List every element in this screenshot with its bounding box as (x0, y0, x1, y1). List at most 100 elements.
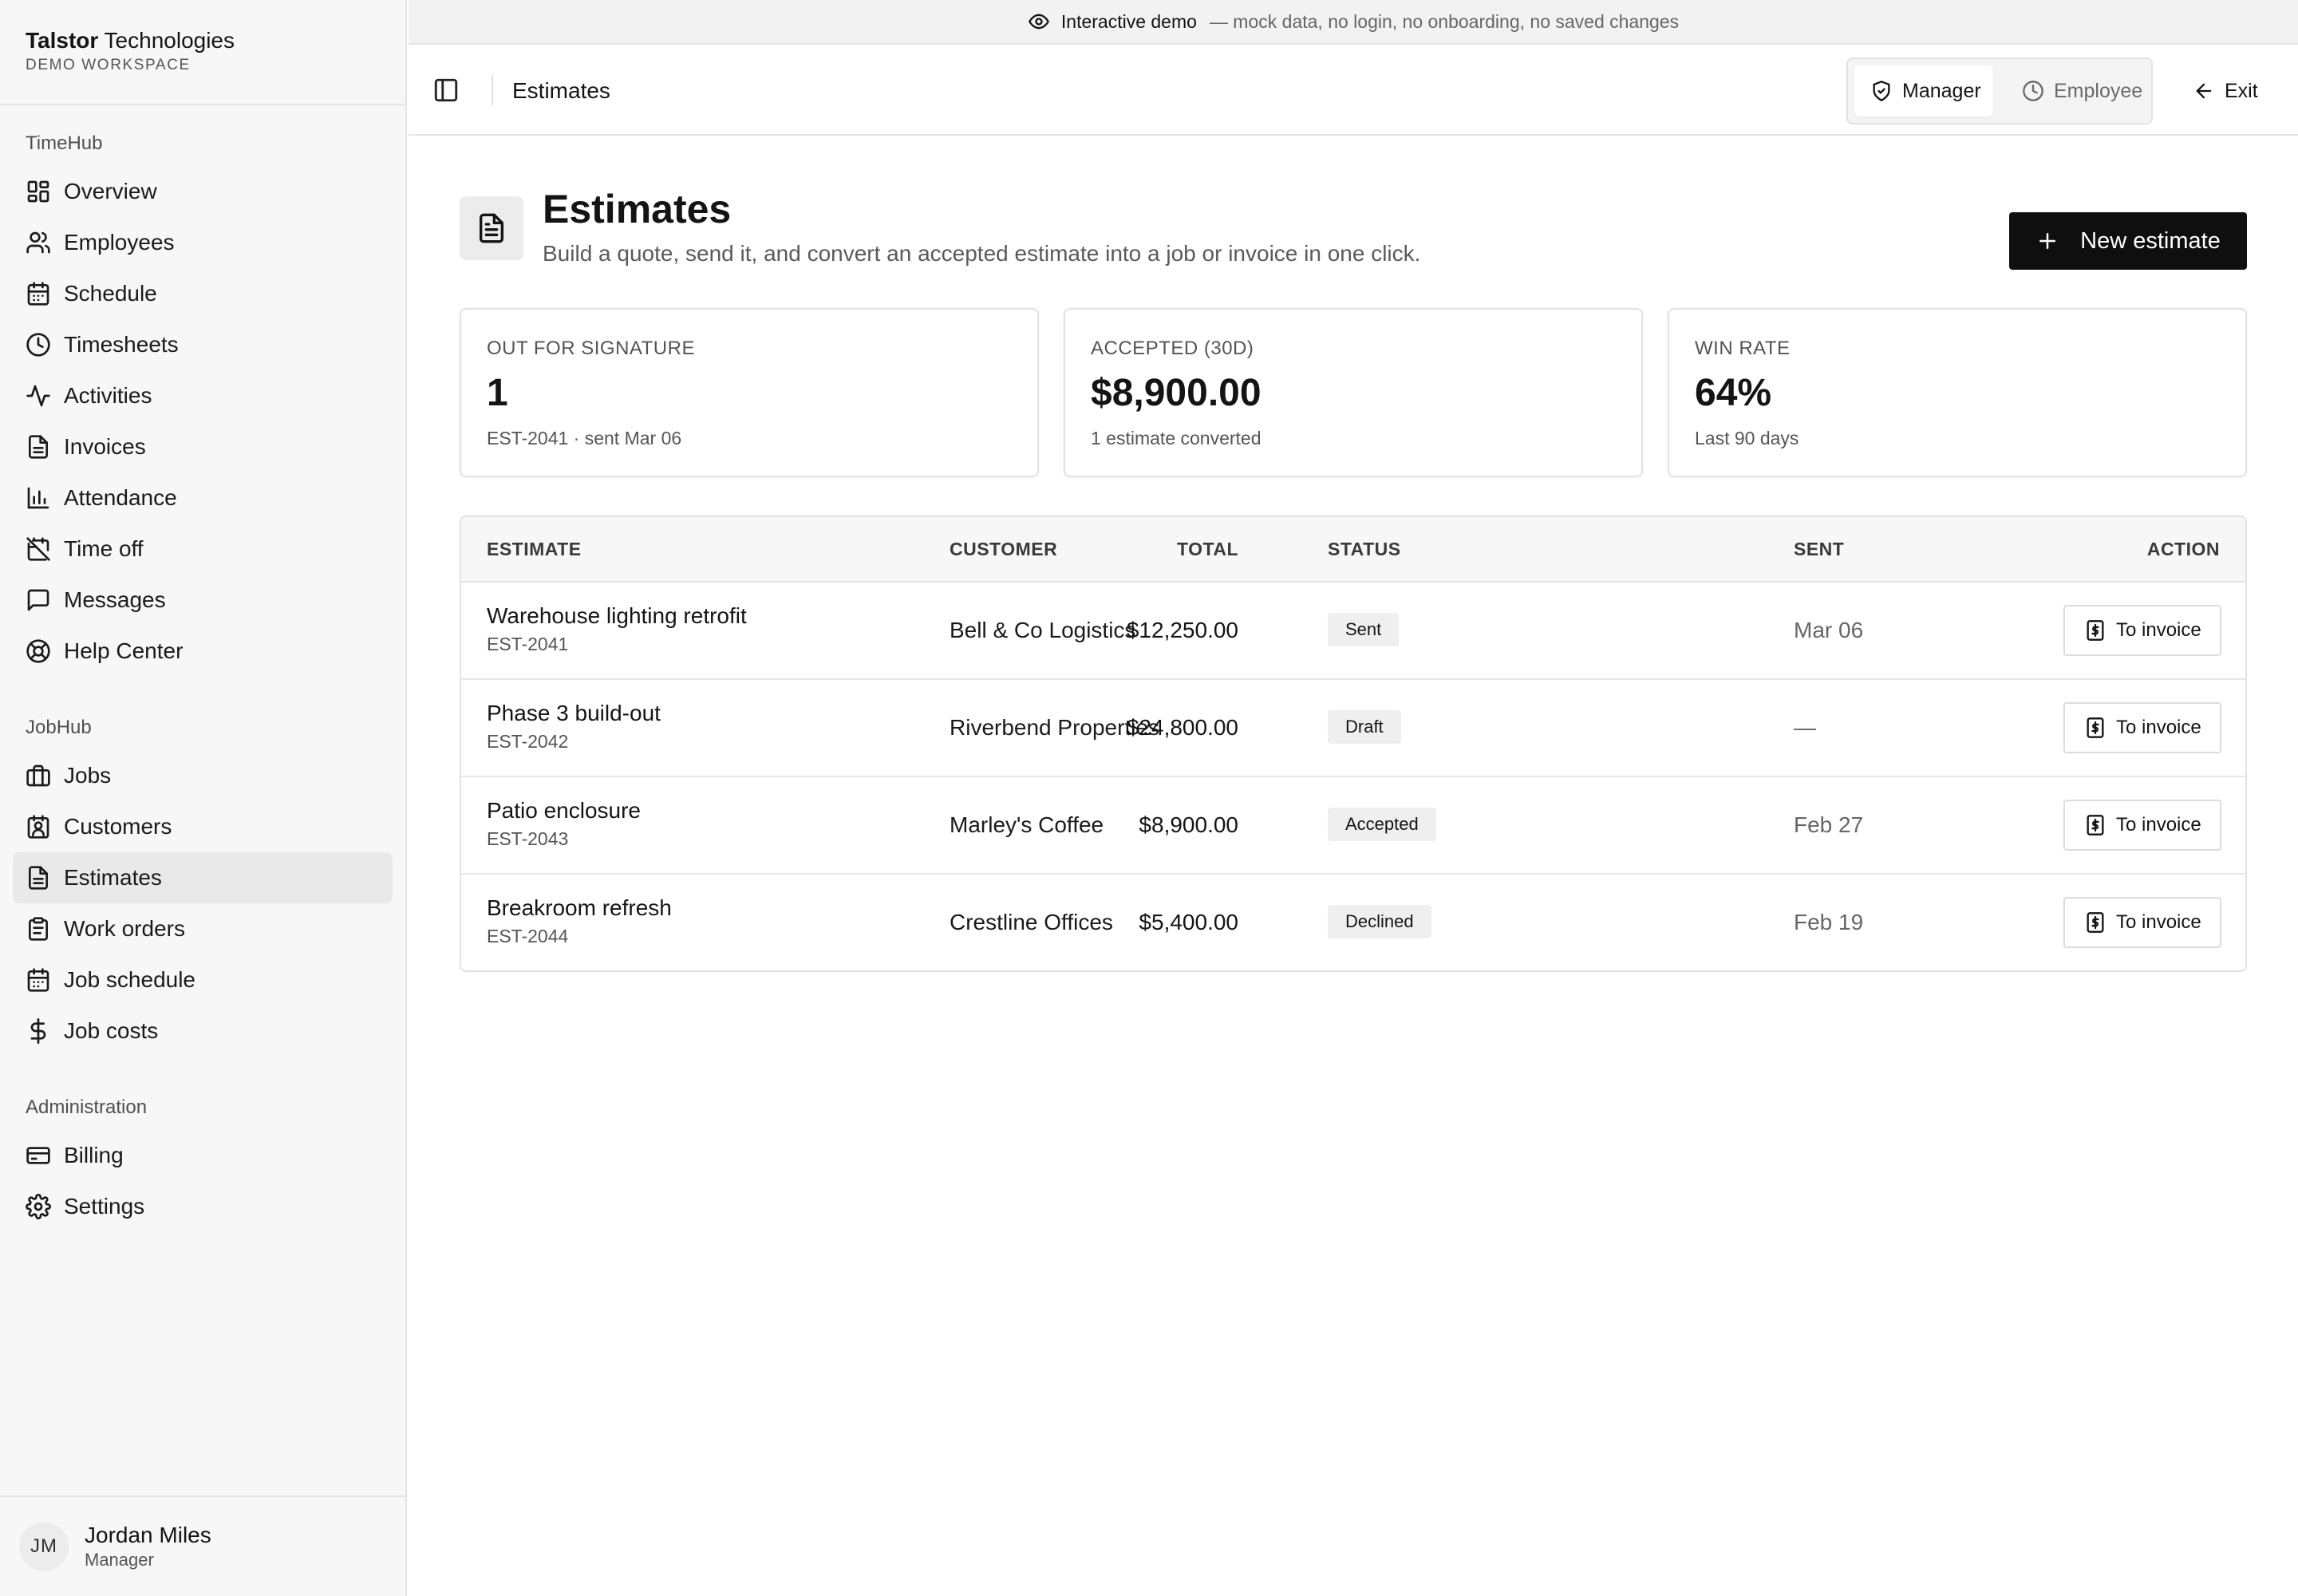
table-row: Patio enclosure EST-2043 Marley's Coffee Ac… (461, 777, 2245, 875)
arrow-left-icon (2193, 80, 2215, 102)
file-icon (26, 865, 51, 891)
sidebar-item-label: Attendance (64, 485, 177, 510)
to-invoice-button[interactable]: To invoice (2063, 605, 2221, 656)
column-header-status: STATUS (1328, 539, 1401, 559)
sidebar-item-time-off[interactable]: Time off (13, 523, 393, 575)
status-badge: Draft (1328, 710, 1401, 744)
estimate-id: EST-2044 (487, 926, 569, 946)
sidebar-item-label: Activities (64, 383, 152, 408)
role-manager-button[interactable]: Manager (1854, 65, 1993, 117)
topbar: Estimates Manager Employee Exit (409, 46, 2298, 136)
to-invoice-label: To invoice (2116, 814, 2201, 836)
sidebar-item-jobs[interactable]: Jobs (13, 750, 393, 801)
message-icon (26, 587, 51, 613)
company-name: Talstor Technologies (26, 27, 380, 54)
gear-icon (26, 1194, 51, 1219)
sidebar-item-label: Billing (64, 1143, 124, 1167)
stat-value: 1 (487, 372, 508, 414)
sidebar-item-label: Schedule (64, 281, 157, 306)
estimate-title[interactable]: Breakroom refresh (487, 894, 672, 922)
file-icon (26, 434, 51, 460)
column-header-estimate: ESTIMATE (487, 539, 582, 559)
demo-banner: Interactive demo — mock data, no login, … (409, 0, 2298, 45)
table-header: ESTIMATE CUSTOMER STATUS TOTAL SENT ACTI… (461, 517, 2245, 583)
user-profile[interactable]: JM Jordan Miles Manager (0, 1495, 405, 1596)
nav-section-title-jobhub: JobHub (26, 717, 92, 738)
briefcase-icon (26, 763, 51, 788)
app-root: Talstor Technologies DEMO WORKSPACE Time… (0, 0, 2298, 1596)
topbar-divider (492, 75, 493, 105)
nav-section-title-timehub: TimeHub (26, 132, 103, 154)
to-invoice-button[interactable]: To invoice (2063, 800, 2221, 851)
sidebar-item-billing[interactable]: Billing (13, 1130, 393, 1181)
stat-label: ACCEPTED (30D) (1091, 338, 1254, 359)
exit-button[interactable]: Exit (2193, 70, 2258, 112)
role-employee-button[interactable]: Employee (2008, 65, 2148, 117)
table-row: Phase 3 build-out EST-2042 Riverbend Prope… (461, 680, 2245, 777)
estimate-total: $24,800.00 (1126, 715, 1238, 740)
dashboard-icon (26, 179, 51, 204)
credit-card-icon (26, 1143, 51, 1168)
sidebar-item-label: Estimates (64, 865, 162, 890)
sidebar-item-estimates[interactable]: Estimates (13, 852, 393, 903)
new-estimate-label: New estimate (2080, 227, 2221, 254)
clipboard-icon (26, 916, 51, 942)
role-employee-label: Employee (2054, 79, 2143, 102)
table-body: Warehouse lighting retrofit EST-2041 Bell … (461, 583, 2245, 970)
estimate-title[interactable]: Patio enclosure (487, 796, 641, 825)
sidebar-item-overview[interactable]: Overview (13, 166, 393, 217)
exit-label: Exit (2225, 79, 2258, 102)
customer-name: Bell & Co Logistics (950, 618, 1136, 642)
users-icon (26, 230, 51, 255)
sidebar: Talstor Technologies DEMO WORKSPACE Time… (0, 0, 407, 1596)
to-invoice-label: To invoice (2116, 619, 2201, 641)
invoice-dollar-icon (2084, 814, 2106, 836)
role-manager-label: Manager (1902, 79, 1981, 102)
eye-icon (1028, 10, 1050, 33)
calendar-icon (26, 967, 51, 993)
sidebar-item-activities[interactable]: Activities (13, 370, 393, 421)
status-badge: Accepted (1328, 808, 1436, 841)
new-estimate-button[interactable]: New estimate (2009, 212, 2247, 270)
sidebar-item-job-costs[interactable]: Job costs (13, 1005, 393, 1057)
sidebar-item-attendance[interactable]: Attendance (13, 472, 393, 523)
sidebar-item-schedule[interactable]: Schedule (13, 268, 393, 319)
table-row: Warehouse lighting retrofit EST-2041 Bell … (461, 583, 2245, 680)
status-badge: Sent (1328, 613, 1400, 646)
avatar: JM (19, 1522, 69, 1571)
company-name-rest: Technologies (98, 28, 235, 53)
sidebar-item-messages[interactable]: Messages (13, 575, 393, 626)
to-invoice-button[interactable]: To invoice (2063, 897, 2221, 948)
sidebar-item-timesheets[interactable]: Timesheets (13, 319, 393, 370)
column-header-sent: SENT (1794, 539, 1845, 559)
to-invoice-label: To invoice (2116, 717, 2201, 738)
to-invoice-button[interactable]: To invoice (2063, 702, 2221, 753)
contact-icon (26, 814, 51, 839)
sidebar-item-customers[interactable]: Customers (13, 801, 393, 852)
sidebar-item-job-schedule[interactable]: Job schedule (13, 954, 393, 1005)
sidebar-item-invoices[interactable]: Invoices (13, 421, 393, 472)
estimate-title[interactable]: Warehouse lighting retrofit (487, 602, 747, 630)
column-header-total: TOTAL (1176, 539, 1238, 559)
company-name-bold: Talstor (26, 28, 99, 53)
sidebar-item-settings[interactable]: Settings (13, 1181, 393, 1232)
sidebar-item-work-orders[interactable]: Work orders (13, 903, 393, 954)
stat-value: 64% (1695, 372, 1772, 414)
dollar-icon (26, 1018, 51, 1044)
sidebar-item-label: Customers (64, 814, 172, 839)
status-badge: Declined (1328, 905, 1431, 938)
sidebar-item-label: Settings (64, 1194, 145, 1219)
demo-banner-note: — mock data, no login, no onboarding, no… (1209, 10, 1680, 32)
stat-note: EST-2041 · sent Mar 06 (487, 428, 682, 448)
sidebar-toggle-icon[interactable] (432, 77, 460, 104)
sidebar-item-help-center[interactable]: Help Center (13, 626, 393, 677)
sidebar-item-employees[interactable]: Employees (13, 217, 393, 268)
column-header-customer: CUSTOMER (950, 539, 1058, 559)
page-file-icon (460, 196, 523, 260)
estimate-title[interactable]: Phase 3 build-out (487, 699, 661, 728)
role-switcher: Manager Employee (1846, 57, 2153, 124)
table-row: Breakroom refresh EST-2044 Crestline Offic… (461, 875, 2245, 970)
sidebar-item-label: Invoices (64, 434, 146, 459)
sidebar-item-label: Employees (64, 230, 175, 255)
clock-icon (26, 332, 51, 358)
